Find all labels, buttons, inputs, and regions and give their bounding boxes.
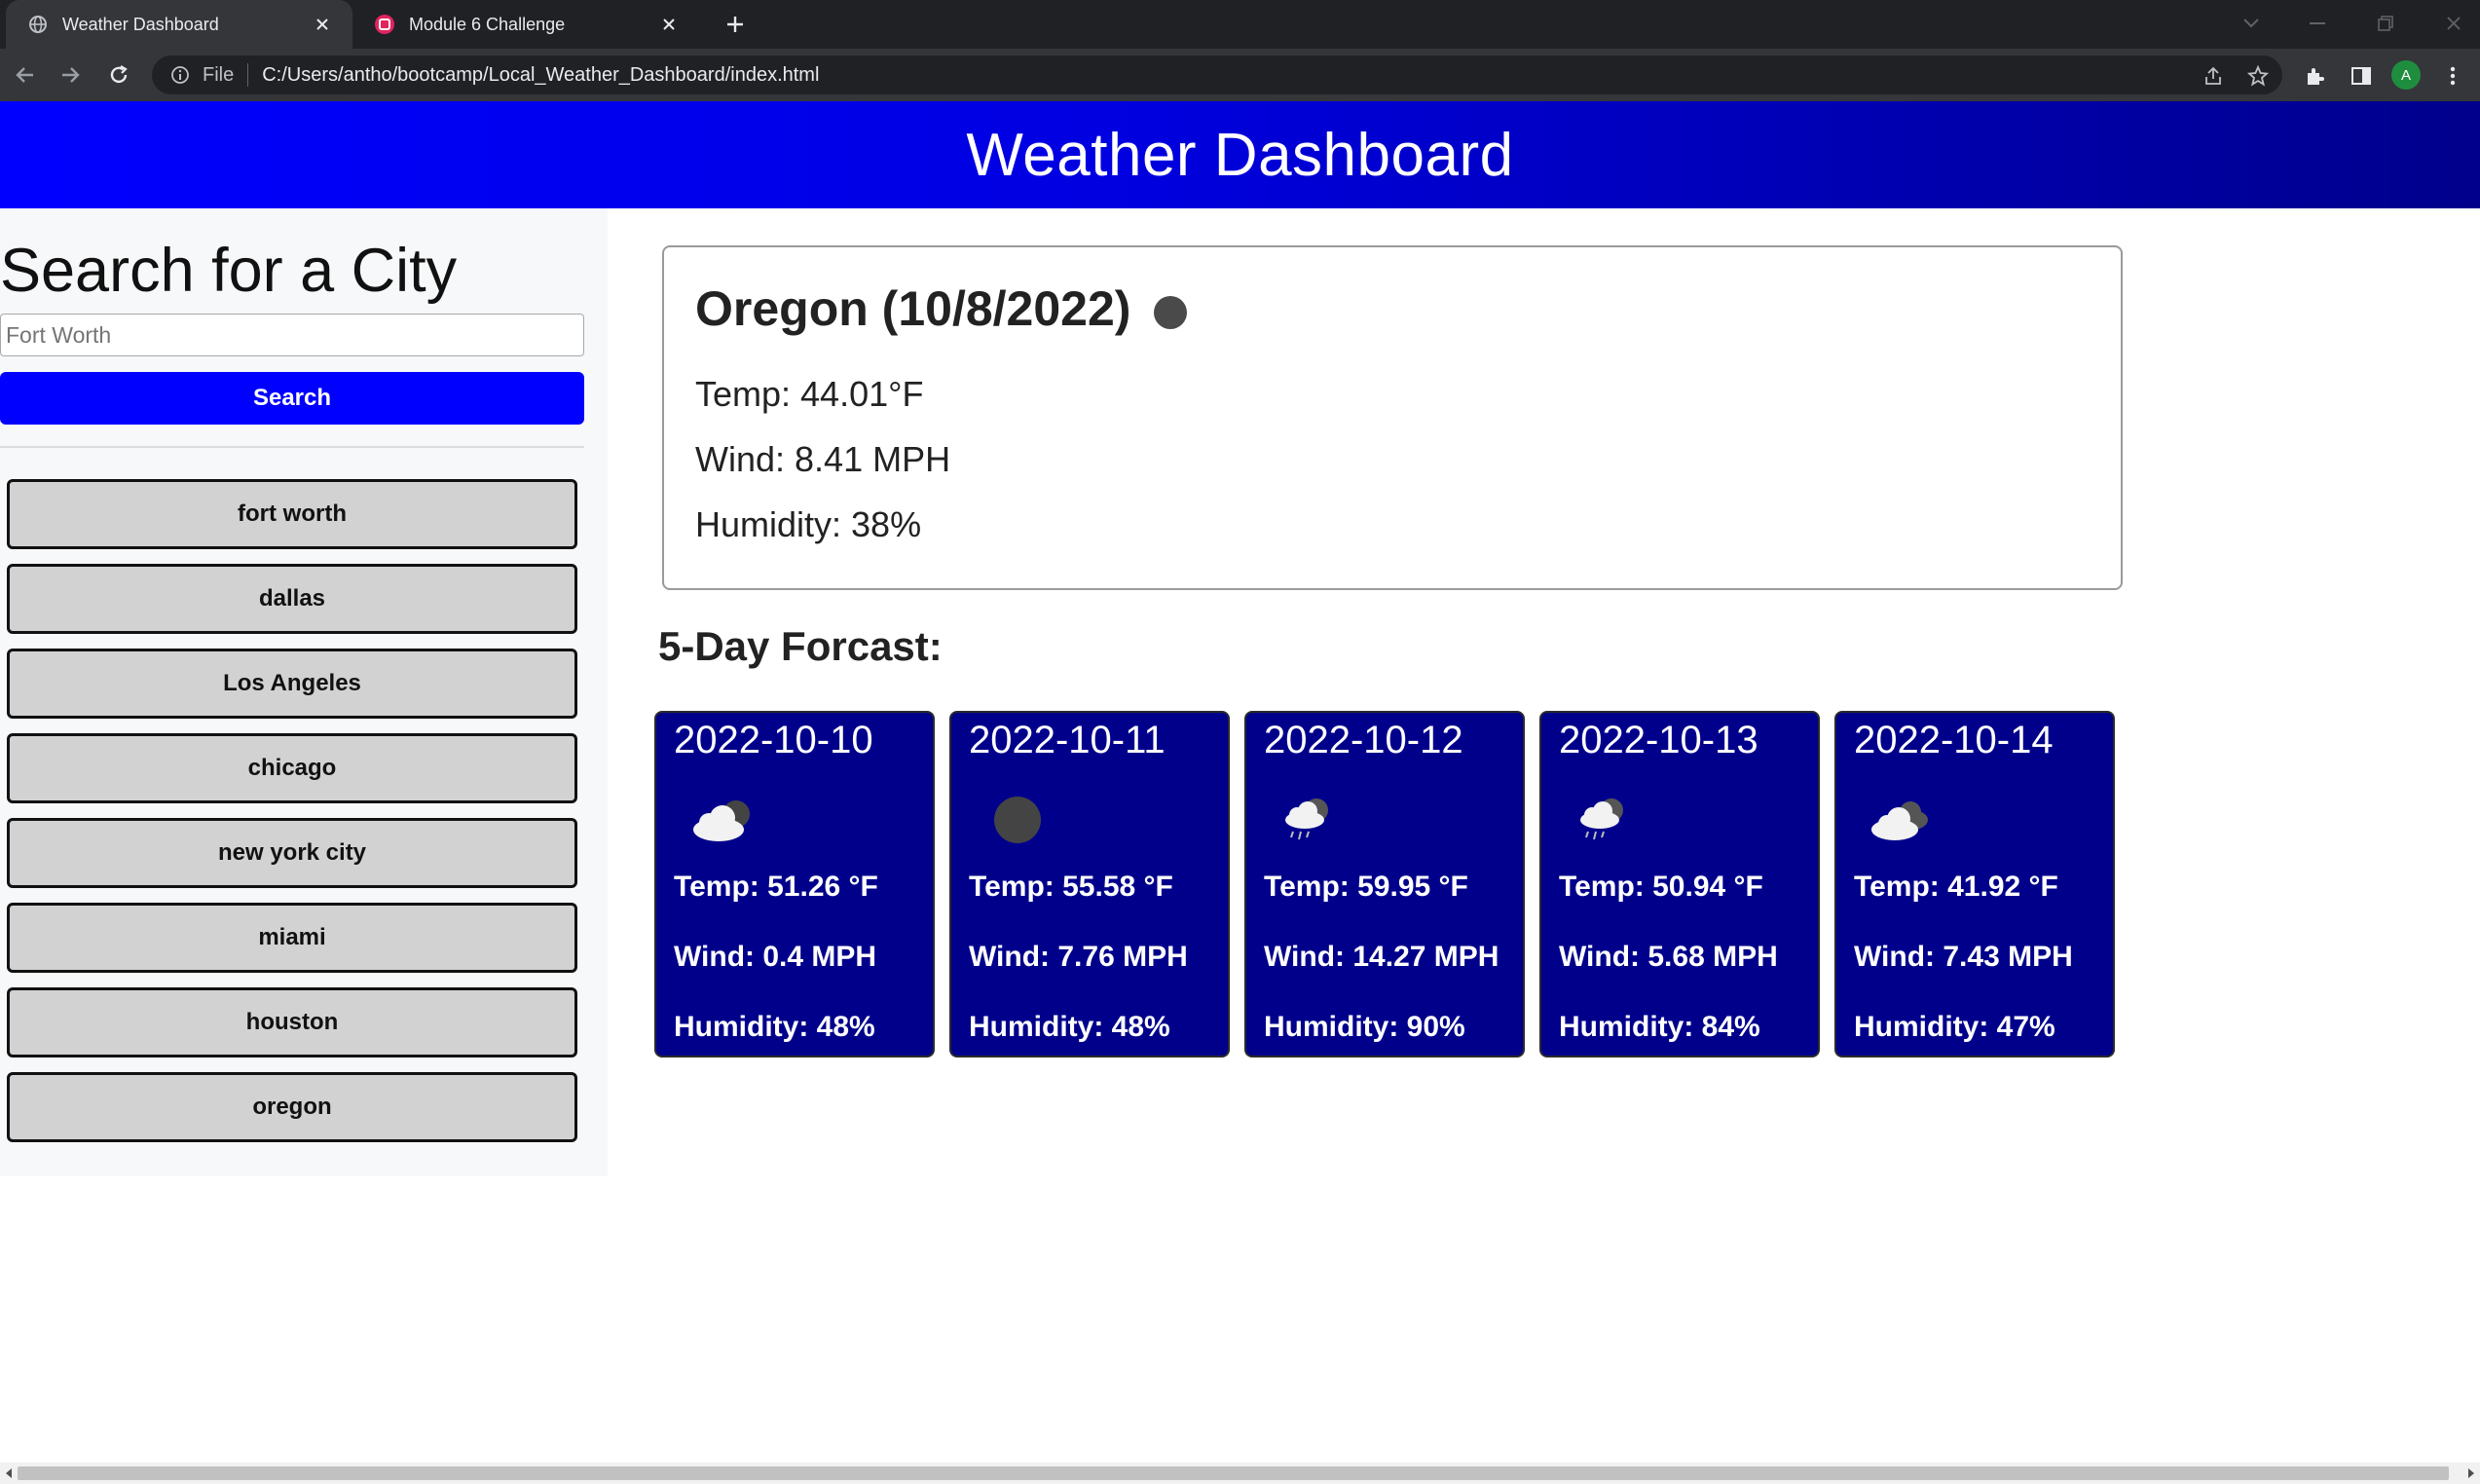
share-icon[interactable]: [2201, 63, 2226, 89]
forecast-humidity: Humidity: 48%: [674, 1011, 875, 1043]
page-content: Weather Dashboard Search for a City Sear…: [0, 101, 2480, 1463]
close-window-icon[interactable]: [2434, 6, 2473, 41]
history-city-button[interactable]: oregon: [7, 1072, 577, 1142]
side-panel-icon[interactable]: [2347, 61, 2376, 91]
history-city-button[interactable]: dallas: [7, 564, 577, 634]
current-weather-card: Oregon (10/8/2022) Temp: 44.01°F Wind: 8…: [662, 245, 2123, 590]
rain-cloud-icon: [1285, 798, 1328, 840]
url-text[interactable]: C:/Users/antho/bootcamp/Local_Weather_Da…: [262, 64, 819, 87]
current-temp: Temp: 44.01°F: [695, 374, 924, 414]
reload-icon[interactable]: [101, 57, 136, 93]
forecast-date: 2022-10-13: [1559, 719, 1758, 761]
page-header: Weather Dashboard: [0, 101, 2480, 208]
profile-avatar[interactable]: A: [2391, 60, 2421, 90]
forecast-temp: Temp: 55.58 °F: [969, 871, 1173, 903]
current-humidity: Humidity: 38%: [695, 504, 922, 544]
restore-icon[interactable]: [2366, 6, 2405, 41]
forecast-date: 2022-10-14: [1854, 719, 2054, 761]
forecast-wind: Wind: 14.27 MPH: [1264, 941, 1499, 973]
app-icon: [374, 14, 395, 35]
search-sidebar: Search for a City Search fort worth dall…: [0, 208, 608, 1176]
forecast-humidity: Humidity: 90%: [1264, 1011, 1465, 1043]
forecast-wind: Wind: 7.76 MPH: [969, 941, 1188, 973]
forecast-date: 2022-10-11: [969, 719, 1166, 761]
scrollbar-thumb[interactable]: [18, 1466, 2449, 1480]
current-city-date: Oregon (10/8/2022): [695, 281, 1131, 336]
broken-clouds-icon: [1871, 801, 1928, 840]
moon-dark-icon: [994, 797, 1041, 843]
new-tab-icon[interactable]: [719, 8, 752, 41]
info-icon[interactable]: [169, 64, 191, 86]
forecast-temp: Temp: 50.94 °F: [1559, 871, 1763, 903]
forecast-temp: Temp: 59.95 °F: [1264, 871, 1468, 903]
forward-icon[interactable]: [53, 57, 88, 93]
forecast-card: 2022-10-14 Temp: 41.92 °F Wind: 7.43 MPH…: [1834, 711, 2115, 1057]
page-title: Weather Dashboard: [966, 121, 1514, 189]
horizontal-scrollbar[interactable]: [0, 1463, 2480, 1484]
close-icon[interactable]: [310, 12, 335, 37]
search-history-list: fort worth dallas Los Angeles chicago ne…: [7, 479, 577, 1157]
forecast-temp: Temp: 41.92 °F: [1854, 871, 2058, 903]
history-city-button[interactable]: chicago: [7, 733, 577, 803]
history-city-button[interactable]: houston: [7, 987, 577, 1057]
forecast-humidity: Humidity: 84%: [1559, 1011, 1760, 1043]
forecast-cards: 2022-10-10 Temp: 51.26 °F Wind: 0.4 MPH …: [654, 711, 2125, 1057]
url-scheme-label: File: [203, 63, 235, 86]
close-icon[interactable]: [656, 12, 682, 37]
forecast-wind: Wind: 0.4 MPH: [674, 941, 877, 973]
sidebar-divider: [0, 446, 584, 448]
history-city-button[interactable]: new york city: [7, 818, 577, 888]
tab-search-icon[interactable]: [2232, 6, 2271, 41]
forecast-humidity: Humidity: 47%: [1854, 1011, 2055, 1043]
browser-toolbar: File C:/Users/antho/bootcamp/Local_Weath…: [0, 49, 2480, 101]
tab-module-6-challenge[interactable]: Module 6 Challenge: [352, 0, 699, 49]
globe-icon: [27, 14, 49, 35]
omnibox-divider: [247, 63, 249, 87]
minimize-icon[interactable]: [2298, 6, 2337, 41]
forecast-heading: 5-Day Forcast:: [658, 623, 943, 669]
current-wind: Wind: 8.41 MPH: [695, 439, 951, 479]
more-menu-icon[interactable]: [2438, 61, 2467, 91]
forecast-wind: Wind: 7.43 MPH: [1854, 941, 2073, 973]
forecast-date: 2022-10-12: [1264, 719, 1463, 761]
forecast-wind: Wind: 5.68 MPH: [1559, 941, 1778, 973]
scroll-left-icon[interactable]: [1, 1465, 17, 1481]
tab-title: Weather Dashboard: [62, 14, 219, 34]
browser-tab-strip: Weather Dashboard Module 6 Challenge: [0, 0, 2480, 49]
history-city-button[interactable]: fort worth: [7, 479, 577, 549]
city-search-input[interactable]: [0, 314, 584, 356]
address-bar[interactable]: File C:/Users/antho/bootcamp/Local_Weath…: [152, 56, 2282, 94]
history-city-button[interactable]: miami: [7, 903, 577, 973]
forecast-card: 2022-10-13 Temp: 50.94 °F Wind: 5.68 MPH…: [1539, 711, 1820, 1057]
forecast-date: 2022-10-10: [674, 719, 873, 761]
forecast-temp: Temp: 51.26 °F: [674, 871, 878, 903]
extensions-icon[interactable]: [2300, 61, 2329, 91]
cloud-moon-icon: [693, 800, 750, 841]
scroll-right-icon[interactable]: [2463, 1465, 2479, 1481]
forecast-card: 2022-10-12 Temp: 59.95 °F Wind: 14.27 MP…: [1244, 711, 1525, 1057]
forecast-humidity: Humidity: 48%: [969, 1011, 1170, 1043]
current-weather-heading: Oregon (10/8/2022): [695, 280, 1189, 337]
search-heading: Search for a City: [0, 237, 458, 305]
back-icon[interactable]: [8, 57, 43, 93]
tab-weather-dashboard[interactable]: Weather Dashboard: [6, 0, 352, 49]
moon-dark-icon: [1154, 296, 1188, 329]
tab-title: Module 6 Challenge: [409, 14, 566, 34]
bookmark-star-icon[interactable]: [2245, 63, 2271, 89]
search-button[interactable]: Search: [0, 372, 584, 425]
rain-cloud-icon: [1580, 798, 1623, 840]
forecast-card: 2022-10-11 Temp: 55.58 °F Wind: 7.76 MPH…: [949, 711, 1230, 1057]
history-city-button[interactable]: Los Angeles: [7, 649, 577, 719]
forecast-card: 2022-10-10 Temp: 51.26 °F Wind: 0.4 MPH …: [654, 711, 935, 1057]
